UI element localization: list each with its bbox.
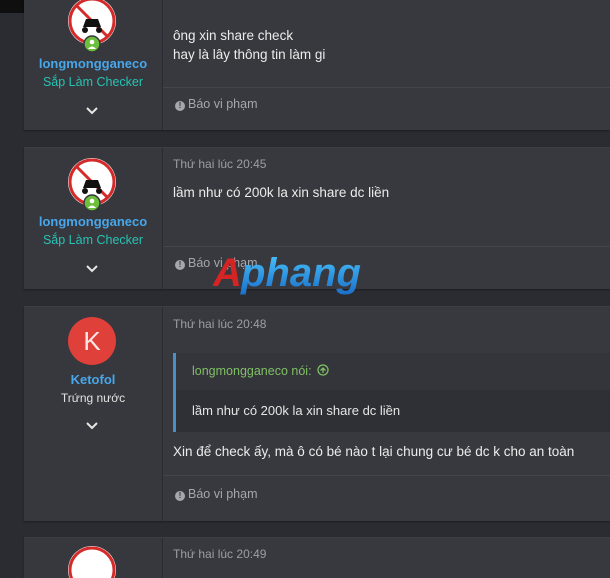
report-label: Báo vi phạm bbox=[188, 97, 258, 111]
user-title: Sắp Làm Checker bbox=[42, 233, 144, 247]
report-link[interactable]: ! Báo vi phạm bbox=[175, 487, 257, 501]
divider bbox=[163, 87, 610, 88]
quote-author: longmongganeco nói: bbox=[192, 364, 312, 378]
post-3: K Ketofol Trứng nước Thứ hai lúc 20:48 l… bbox=[24, 306, 610, 521]
report-link[interactable]: ! Báo vi phạm bbox=[175, 97, 257, 111]
post-content: ông xin share check hay là lây thông tin… bbox=[163, 0, 610, 130]
avatar[interactable] bbox=[68, 546, 116, 578]
username[interactable]: longmongganeco bbox=[24, 214, 162, 229]
username[interactable]: longmongganeco bbox=[24, 56, 162, 71]
avatar[interactable]: K bbox=[68, 317, 116, 365]
watermark-letter: A bbox=[213, 251, 242, 295]
quote-block: longmongganeco nói: lầm như có 200k la x… bbox=[173, 353, 610, 432]
username[interactable]: Ketofol bbox=[24, 372, 162, 387]
user-title: Sắp Làm Checker bbox=[42, 75, 144, 89]
watermark-text: phang bbox=[240, 251, 361, 295]
report-label: Báo vi phạm bbox=[188, 487, 258, 501]
post-user-panel: longmongganeco Sắp Làm Checker bbox=[24, 0, 163, 130]
alert-icon: ! bbox=[175, 260, 185, 270]
post-date[interactable]: Thứ hai lúc 20:49 bbox=[173, 547, 266, 561]
divider bbox=[163, 475, 610, 476]
chevron-down-icon[interactable] bbox=[85, 106, 99, 116]
post-text-line-1: ông xin share check bbox=[173, 28, 294, 43]
post-date[interactable]: Thứ hai lúc 20:45 bbox=[173, 157, 266, 171]
post-content: Thứ hai lúc 20:48 longmongganeco nói: lầ… bbox=[163, 307, 610, 521]
post-user-panel: longmongganeco Sắp Làm Checker bbox=[24, 148, 163, 289]
quote-author-link[interactable]: longmongganeco nói: bbox=[192, 364, 329, 378]
arrow-up-circle-icon[interactable] bbox=[317, 364, 329, 376]
post-text: lầm như có 200k la xin share dc liền bbox=[173, 185, 390, 200]
post-user-panel: K Ketofol Trứng nước bbox=[24, 307, 163, 521]
watermark-logo: A phang bbox=[213, 251, 361, 295]
post-text: Xin để check ấy, mà ô có bé nào t lại ch… bbox=[173, 444, 575, 459]
chevron-down-icon[interactable] bbox=[85, 421, 99, 431]
alert-icon: ! bbox=[175, 101, 185, 111]
chevron-down-icon[interactable] bbox=[85, 264, 99, 274]
quote-text: lầm như có 200k la xin share dc liền bbox=[192, 403, 401, 418]
post-user-panel bbox=[24, 538, 163, 578]
post-1: longmongganeco Sắp Làm Checker ông xin s… bbox=[24, 0, 610, 130]
online-badge-icon bbox=[83, 194, 101, 212]
post-date[interactable]: Thứ hai lúc 20:48 bbox=[173, 317, 266, 331]
online-badge-icon bbox=[83, 35, 101, 53]
post-4: Thứ hai lúc 20:49 bbox=[24, 537, 610, 578]
user-title: Trứng nước bbox=[60, 391, 126, 405]
post-content: Thứ hai lúc 20:49 bbox=[163, 538, 610, 578]
post-text-line-2: hay là lây thông tin làm gi bbox=[173, 47, 326, 62]
alert-icon: ! bbox=[175, 491, 185, 501]
divider bbox=[163, 246, 610, 247]
